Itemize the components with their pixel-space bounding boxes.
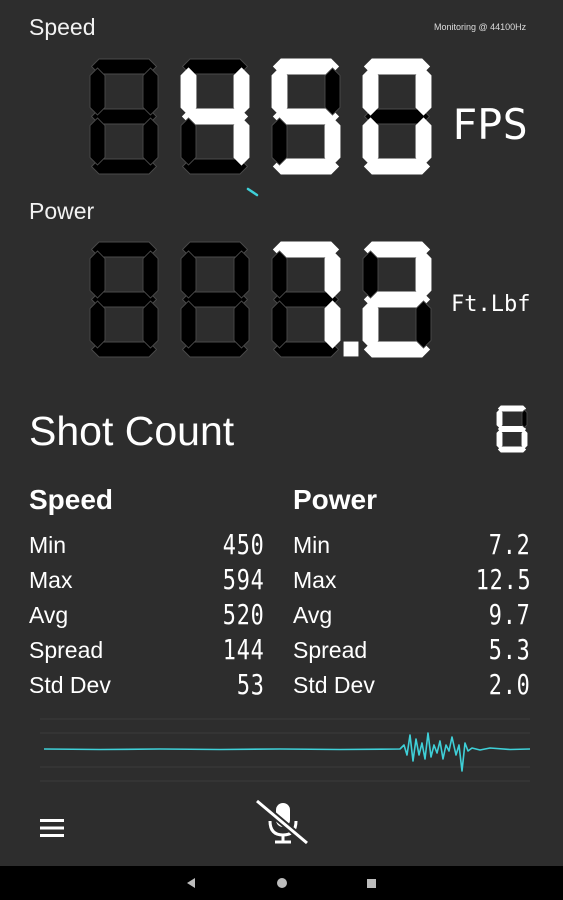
shot-count-digit-segment-d <box>497 446 527 453</box>
stat-name: Min <box>293 532 331 558</box>
shot-count-digit-segment-c <box>521 429 528 449</box>
stat-value: 7.2 <box>489 528 531 561</box>
recents-icon[interactable] <box>366 878 377 889</box>
power-digit-1-segment-b <box>233 250 250 299</box>
speed-stats-title: Speed <box>29 484 114 515</box>
speed-label: Speed <box>29 14 96 40</box>
shot-count-digit-segment-f <box>496 409 503 429</box>
stat-name: Max <box>293 567 337 593</box>
system-navigation-bar <box>0 866 563 900</box>
shot-count-label: Shot Count <box>29 408 235 454</box>
stat-value: 594 <box>223 563 265 596</box>
shot-count-digit-segment-a <box>497 405 527 412</box>
stat-name: Std Dev <box>293 672 375 698</box>
power-digit-0-segment-e <box>89 300 106 349</box>
stat-name: Max <box>29 567 73 593</box>
power-digit-0-segment-b <box>142 250 159 299</box>
stat-name: Std Dev <box>29 672 111 698</box>
table-row: Max 594 <box>29 563 265 602</box>
shot-count-digit-segment-e <box>496 429 503 449</box>
speed-digit-0-segment-b <box>142 67 159 116</box>
speed-digit-3-segment-e <box>362 117 379 166</box>
stat-name: Min <box>29 532 67 558</box>
power-stats-title: Power <box>293 484 378 515</box>
menu-button[interactable] <box>38 816 66 840</box>
power-digit-0-segment-c <box>142 300 159 349</box>
shot-count-value <box>496 405 528 453</box>
speed-digit-3-segment-c <box>415 117 432 166</box>
power-digit-2-segment-b <box>324 250 341 299</box>
speed-digit-1-segment-c <box>233 117 250 166</box>
speed-unit: FPS <box>452 100 528 149</box>
stat-value: 450 <box>223 528 265 561</box>
table-row: Spread 144 <box>29 633 265 672</box>
power-digit-3-segment-f <box>362 250 379 299</box>
power-digit-2-segment-f <box>271 250 288 299</box>
speed-digit-1-segment-b <box>233 67 250 116</box>
power-digit-1-segment-f <box>180 250 197 299</box>
speed-digit-1-segment-e <box>180 117 197 166</box>
stat-name: Avg <box>29 602 69 628</box>
stat-value: 9.7 <box>489 598 531 631</box>
speed-digit-2-segment-e <box>271 117 288 166</box>
power-digit-2-segment-e <box>271 300 288 349</box>
signal-indicator-mark <box>246 187 259 197</box>
power-decimal-point <box>343 341 359 357</box>
table-row: Spread 5.3 <box>293 633 531 672</box>
stat-value: 144 <box>223 633 265 666</box>
power-digit-1-segment-e <box>180 300 197 349</box>
power-digit-2-segment-c <box>324 300 341 349</box>
stat-value: 5.3 <box>489 633 531 666</box>
audio-waveform <box>40 718 530 782</box>
speed-seven-segment-display <box>89 58 432 175</box>
back-icon[interactable] <box>185 877 197 889</box>
hamburger-menu-icon <box>40 819 64 837</box>
table-row: Min 450 <box>29 528 265 567</box>
power-unit: Ft.Lbf <box>451 292 531 317</box>
table-row: Min 7.2 <box>293 528 531 567</box>
speed-digit-0-segment-f <box>89 67 106 116</box>
speed-stats-table: Min 450 Max 594 Avg 520 Spread 144 Std D… <box>29 528 265 707</box>
speed-digit-2-segment-f <box>271 67 288 116</box>
stat-name: Spread <box>293 637 368 663</box>
table-row: Std Dev 2.0 <box>293 668 531 707</box>
table-row: Max 12.5 <box>293 563 531 602</box>
table-row: Std Dev 53 <box>29 668 265 707</box>
stat-value: 2.0 <box>489 668 531 701</box>
speed-digit-0-segment-c <box>142 117 159 166</box>
stat-value: 53 <box>237 668 265 701</box>
mic-toggle-button[interactable] <box>252 797 312 847</box>
power-digit-3-segment-e <box>362 300 379 349</box>
power-label: Power <box>29 198 95 224</box>
speed-digit-3-segment-b <box>415 67 432 116</box>
power-seven-segment-display <box>89 241 432 358</box>
table-row: Avg 520 <box>29 598 265 637</box>
monitoring-status: Monitoring @ 44100Hz <box>434 22 527 32</box>
power-digit-1-segment-c <box>233 300 250 349</box>
home-icon[interactable] <box>276 877 288 889</box>
mic-off-icon <box>254 798 310 846</box>
shot-count-digit-segment-g <box>497 426 527 432</box>
shot-count-digit-segment-b <box>521 409 528 429</box>
stat-value: 12.5 <box>475 563 531 596</box>
stat-name: Spread <box>29 637 104 663</box>
speed-digit-2-segment-b <box>324 67 341 116</box>
stat-value: 520 <box>223 598 265 631</box>
speed-digit-0-segment-e <box>89 117 106 166</box>
waveform-trace <box>43 732 530 772</box>
power-digit-0-segment-f <box>89 250 106 299</box>
power-digit-3-segment-c <box>415 300 432 349</box>
power-digit-3-segment-b <box>415 250 432 299</box>
speed-digit-2-segment-c <box>324 117 341 166</box>
speed-digit-1-segment-f <box>180 67 197 116</box>
power-stats-table: Min 7.2 Max 12.5 Avg 9.7 Spread 5.3 Std … <box>293 528 531 707</box>
speed-digit-3-segment-f <box>362 67 379 116</box>
stat-name: Avg <box>293 602 333 628</box>
table-row: Avg 9.7 <box>293 598 531 637</box>
